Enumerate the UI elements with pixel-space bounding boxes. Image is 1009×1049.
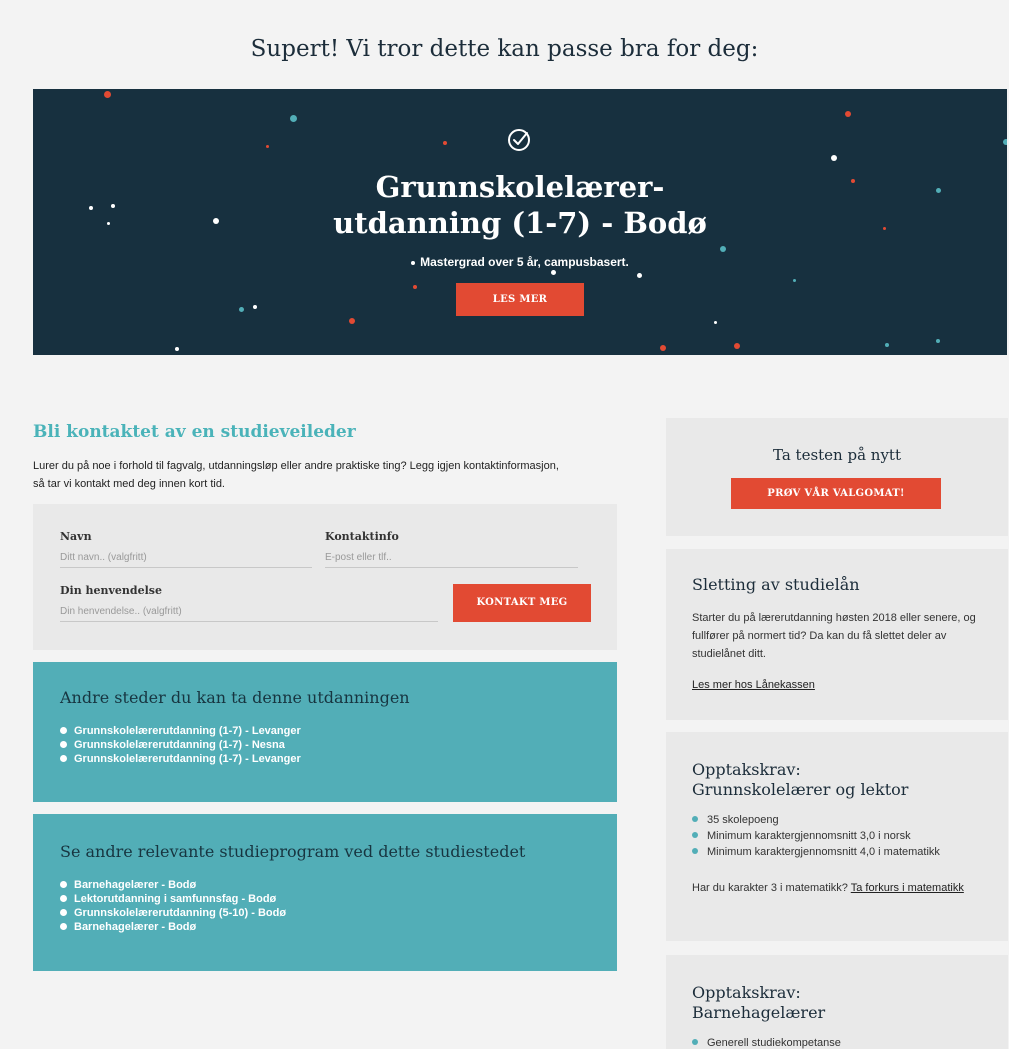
loan-card: Sletting av studielån Starter du på lære… (666, 549, 1008, 720)
loan-text: Starter du på lærerutdanning høsten 2018… (692, 612, 976, 660)
contact-me-button[interactable]: KONTAKT MEG (453, 584, 591, 622)
page-headline: Supert! Vi tror dette kan passe bra for … (250, 36, 759, 62)
list-item[interactable]: Lektorutdanning i samfunnsfag - Bodø (60, 892, 286, 906)
list-item: Generell studiekompetanse (692, 1035, 841, 1049)
list-item[interactable]: Barnehagelærer - Bodø (60, 920, 286, 934)
requirements-list: 35 skolepoeng Minimum karaktergjennomsni… (692, 812, 940, 860)
other-locations-panel: Andre steder du kan ta denne utdanningen… (33, 662, 617, 802)
try-valgomat-button[interactable]: PRØV VÅR VALGOMAT! (731, 478, 941, 509)
other-locations-title: Andre steder du kan ta denne utdanningen (60, 688, 410, 707)
requirements-teacher-card: Opptakskrav: Grunnskolelærer og lektor 35… (666, 732, 1008, 941)
other-programs-panel: Se andre relevante studieprogram ved det… (33, 814, 617, 971)
list-item[interactable]: Barnehagelærer - Bodø (60, 878, 286, 892)
list-item[interactable]: Grunnskolelærerutdanning (1-7) - Levange… (60, 724, 301, 738)
requirements-title: Opptakskrav: Grunnskolelærer og lektor (692, 760, 909, 799)
loan-title: Sletting av studielån (692, 575, 860, 594)
list-item: Minimum karaktergjennomsnitt 4,0 i matem… (692, 844, 940, 860)
program-subtitle: Mastergrad over 5 år, campusbasert. (33, 255, 1007, 269)
lanekassen-link[interactable]: Les mer hos Lånekassen (692, 676, 815, 694)
other-programs-list: Barnehagelærer - Bodø Lektorutdanning i … (60, 878, 286, 934)
hero-banner: Grunnskolelærer- utdanning (1-7) - Bodø … (33, 89, 1007, 355)
list-item: 35 skolepoeng (692, 812, 940, 828)
message-label: Din henvendelse (60, 584, 162, 597)
requirements-kindergarten-card: Opptakskrav: Barnehagelærer Generell stud… (666, 955, 1008, 1049)
contact-info-label: Kontaktinfo (325, 530, 399, 543)
contact-title: Bli kontaktet av en studieveileder (33, 422, 356, 442)
check-circle-icon (508, 129, 530, 151)
contact-form: Navn Ditt navn.. (valgfritt) Kontaktinfo… (33, 504, 617, 650)
list-item[interactable]: Grunnskolelærerutdanning (5-10) - Bodø (60, 906, 286, 920)
math-note: Har du karakter 3 i matematikk? Ta forku… (692, 882, 964, 894)
name-field[interactable]: Ditt navn.. (valgfritt) (60, 552, 312, 568)
other-programs-title: Se andre relevante studieprogram ved det… (60, 842, 526, 861)
requirements-list: Generell studiekompetanse (692, 1035, 841, 1049)
list-item[interactable]: Grunnskolelærerutdanning (1-7) - Levange… (60, 752, 301, 766)
contact-info-field[interactable]: E-post eller tlf.. (325, 552, 578, 568)
other-locations-list: Grunnskolelærerutdanning (1-7) - Levange… (60, 724, 301, 766)
retake-title: Ta testen på nytt (773, 446, 901, 464)
math-course-link[interactable]: Ta forkurs i matematikk (851, 882, 964, 894)
list-item[interactable]: Grunnskolelærerutdanning (1-7) - Nesna (60, 738, 301, 752)
requirements-title: Opptakskrav: Barnehagelærer (692, 983, 826, 1022)
list-item: Minimum karaktergjennomsnitt 3,0 i norsk (692, 828, 940, 844)
retake-test-card: Ta testen på nytt PRØV VÅR VALGOMAT! (666, 418, 1008, 536)
program-title-line2: utdanning (1-7) - Bodø (333, 206, 707, 240)
contact-description: Lurer du på noe i forhold til fagvalg, u… (33, 460, 559, 490)
name-label: Navn (60, 530, 92, 543)
program-title-line1: Grunnskolelærer- (375, 170, 665, 204)
read-more-button[interactable]: LES MER (456, 283, 584, 316)
message-field[interactable]: Din henvendelse.. (valgfritt) (60, 606, 438, 622)
